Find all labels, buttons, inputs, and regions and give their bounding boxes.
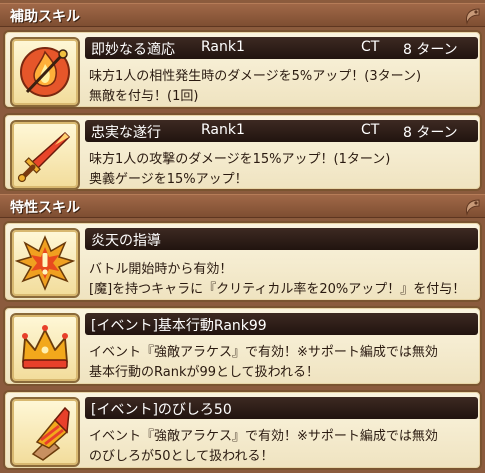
trait-title-bar: 炎天の指導 <box>85 228 478 250</box>
trait-description-line: [魔]を持つキャラに『クリティカル率を20%アップ！』を付与！ <box>89 282 466 297</box>
skill-description-line: 無敵を付与！(1回) <box>89 89 199 104</box>
skill-title-bar: 忠実な遂行 Rank1 CT 8 ターン <box>85 120 478 142</box>
skill-name: 即妙なる適応 <box>91 42 175 58</box>
skill-icon-frame <box>10 37 80 107</box>
trait-card[interactable]: 炎天の指導 バトル開始時から有効！ [魔]を持つキャラに『クリティカル率を20%… <box>3 221 482 302</box>
trait-description-line: イベント『強敵アラケス』で有効！※サポート編成では無効 <box>89 345 438 360</box>
trait-card[interactable]: [イベント]のびしろ50 イベント『強敵アラケス』で有効！※サポート編成では無効… <box>3 390 482 470</box>
skill-list-panel: 補助スキル 即妙なる適応 Rank1 CT 8 ターン 味方1人の相性発生時のダ… <box>0 0 485 473</box>
trait-description-line: のびしろが50として扱われる！ <box>89 449 274 464</box>
skill-description-line: 奥義ゲージを15%アップ！ <box>89 172 248 187</box>
trait-name: [イベント]基本行動Rank99 <box>91 318 267 334</box>
trait-description-line: 基本行動のRankが99として扱われる！ <box>89 365 319 380</box>
section-header-support: 補助スキル <box>0 3 485 27</box>
skill-ct-value: 8 ターン <box>403 42 458 58</box>
crown-icon <box>22 325 68 369</box>
ornament-icon <box>466 8 480 25</box>
ornament-icon <box>466 199 480 216</box>
trait-name: 炎天の指導 <box>91 233 161 249</box>
skill-card[interactable]: 即妙なる適応 Rank1 CT 8 ターン 味方1人の相性発生時のダメージを5%… <box>3 30 482 109</box>
sword-icon <box>17 131 71 183</box>
trait-icon-frame <box>10 397 80 467</box>
skill-description-line: 味方1人の相性発生時のダメージを5%アップ！(3ターン) <box>89 69 422 84</box>
skill-rank: Rank1 <box>201 39 245 55</box>
trait-card[interactable]: [イベント]基本行動Rank99 イベント『強敵アラケス』で有効！※サポート編成… <box>3 306 482 386</box>
drill-icon <box>31 406 70 461</box>
skill-name: 忠実な遂行 <box>91 125 161 141</box>
fire-shield-icon <box>20 47 70 97</box>
skill-icon-frame <box>10 120 80 190</box>
skill-ct-label: CT <box>361 122 380 138</box>
trait-icon-frame <box>10 313 80 383</box>
trait-description-line: イベント『強敵アラケス』で有効！※サポート編成では無効 <box>89 429 438 444</box>
section-title-support: 補助スキル <box>10 9 80 25</box>
skill-description-line: 味方1人の攻撃のダメージを15%アップ！(1ターン) <box>89 152 391 167</box>
trait-icon-frame <box>10 228 80 298</box>
trait-title-bar: [イベント]基本行動Rank99 <box>85 313 478 335</box>
skill-rank: Rank1 <box>201 122 245 138</box>
trait-title-bar: [イベント]のびしろ50 <box>85 397 478 419</box>
skill-title-bar: 即妙なる適応 Rank1 CT 8 ターン <box>85 37 478 59</box>
section-header-trait: 特性スキル <box>0 194 485 218</box>
burst-icon <box>15 235 75 291</box>
skill-ct-label: CT <box>361 39 380 55</box>
trait-name: [イベント]のびしろ50 <box>91 402 232 418</box>
section-title-trait: 特性スキル <box>10 200 80 216</box>
skill-card[interactable]: 忠実な遂行 Rank1 CT 8 ターン 味方1人の攻撃のダメージを15%アップ… <box>3 113 482 191</box>
skill-ct-value: 8 ターン <box>403 125 458 141</box>
trait-description-line: バトル開始時から有効！ <box>89 262 233 277</box>
